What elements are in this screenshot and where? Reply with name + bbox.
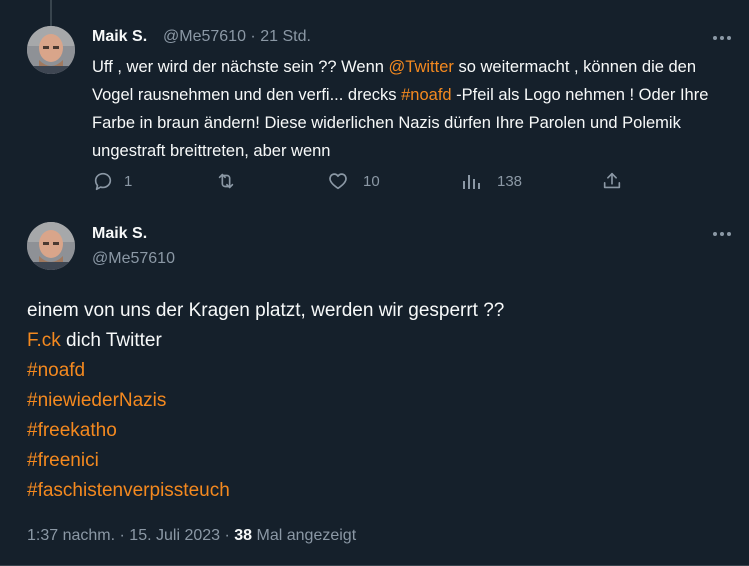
author-handle[interactable]: @Me57610 (92, 250, 175, 268)
more-icon[interactable] (710, 28, 734, 48)
mention-link[interactable]: @Twitter (389, 58, 454, 76)
more-icon[interactable] (710, 224, 734, 244)
tweet-text-segment: einem von uns der Kragen platzt, werden … (27, 300, 505, 321)
retweet-icon (215, 170, 237, 192)
separator-dot: · (250, 28, 256, 45)
author-name[interactable]: Maik S. (92, 225, 147, 243)
hashtag-link[interactable]: #noafd (27, 360, 85, 381)
tweet-time[interactable]: 1:37 nachm. (27, 527, 115, 544)
views-icon (461, 171, 481, 191)
tweet-text-segment: Uff , wer wird der nächste sein ?? Wenn (92, 58, 389, 76)
share-icon (601, 170, 623, 192)
separator-dot: · (119, 527, 125, 544)
like-button[interactable]: 10 (327, 170, 380, 192)
tweet-text: Uff , wer wird der nächste sein ?? Wenn … (92, 53, 732, 165)
author-handle-time[interactable]: @Me57610 · 21 Std. (163, 28, 311, 46)
views-count: 138 (497, 172, 523, 190)
hashtag-link[interactable]: #freenici (27, 450, 99, 471)
tweet-line: #freekatho (27, 416, 727, 446)
tweet-text: einem von uns der Kragen platzt, werden … (27, 296, 727, 506)
retweet-button[interactable] (215, 170, 247, 192)
hashtag-link[interactable]: #niewiederNazis (27, 390, 166, 411)
tweet-line: #faschistenverpissteuch (27, 476, 727, 506)
accent-link[interactable]: F.ck (27, 330, 61, 351)
share-button[interactable] (601, 170, 623, 192)
separator-dot: · (224, 527, 230, 544)
tweet-line: #niewiederNazis (27, 386, 727, 416)
thread-connector-line (50, 0, 52, 26)
tweet-line: einem von uns der Kragen platzt, werden … (27, 296, 727, 326)
reply-button[interactable]: 1 (92, 170, 132, 192)
avatar[interactable] (27, 26, 75, 74)
like-count: 10 (363, 172, 380, 190)
like-icon (327, 170, 349, 192)
reply-count: 1 (124, 172, 133, 190)
tweet-time[interactable]: 21 Std. (260, 28, 311, 45)
tweet-line: #noafd (27, 356, 727, 386)
hashtag-link[interactable]: #faschistenverpissteuch (27, 480, 230, 501)
tweet-line: #freenici (27, 446, 727, 476)
avatar[interactable] (27, 222, 75, 270)
tweet-text-segment: dich Twitter (60, 330, 162, 351)
author-name[interactable]: Maik S. (92, 28, 147, 46)
hashtag-link[interactable]: #freekatho (27, 420, 117, 441)
hashtag-link[interactable]: #noafd (401, 86, 451, 104)
views-label: Mal angezeigt (256, 527, 357, 544)
tweet-meta: 1:37 nachm. · 15. Juli 2023 · 38 Mal ang… (27, 527, 356, 545)
views-button[interactable]: 138 (461, 170, 522, 192)
views-number: 38 (234, 527, 253, 544)
tweet-date[interactable]: 15. Juli 2023 (129, 527, 220, 544)
author-handle[interactable]: @Me57610 (163, 28, 246, 45)
reply-icon (92, 170, 114, 192)
tweet-line: F.ck dich Twitter (27, 326, 727, 356)
